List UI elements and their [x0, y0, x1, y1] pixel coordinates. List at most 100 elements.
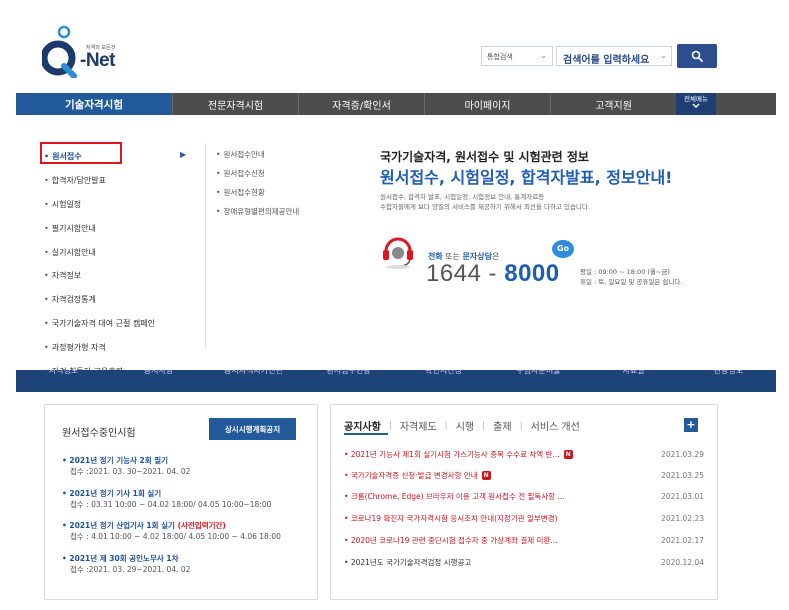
bullet-icon: •	[344, 557, 351, 567]
exam-item[interactable]: • 2021년 제 30회 공인노무사 1차 접수 :2021. 03. 29~…	[62, 553, 312, 575]
notice-row[interactable]: • 2021년 기능사 제1회 실기시험 가스기능사 종목 수수료 차액 반..…	[344, 444, 704, 464]
notice-text: • 국가기술자격증 신청·발급 변경사항 안내 N	[344, 470, 648, 481]
bullet-icon: •	[344, 491, 351, 501]
notice-date: 2021.03.29	[661, 449, 704, 459]
notice-title: 코로나19 확진자 국가자격시험 응시조치 안내(지정기관 일부변경)	[350, 513, 558, 523]
notice-title: 2020년 코로나19 관련 중단시험 접수자 중 가상계좌 결제 미환...	[350, 535, 558, 545]
quick-link[interactable]: 관광정보	[681, 370, 776, 392]
bullet-icon: •	[216, 169, 221, 178]
quick-link[interactable]: 자격정보	[16, 370, 111, 392]
exam-title-text: 2021년 정기 기사 1회 실기	[69, 489, 162, 498]
exam-title-note: (사전입력기간)	[177, 521, 226, 530]
left-menu-item-schedule[interactable]: • 시험일정	[44, 193, 209, 217]
info-desc-line: 원서접수, 합격자 발표, 시험일정, 시험정보 안내, 통계자료등	[380, 193, 545, 201]
schedule-notice-button[interactable]: 상시시행계획공지	[209, 418, 296, 440]
notice-row[interactable]: • 코로나19 확진자 국가자격시험 응시조치 안내(지정기관 일부변경) 20…	[344, 508, 704, 528]
search-button[interactable]	[677, 44, 717, 68]
left-menu-item-practical[interactable]: • 실기시험안내	[44, 240, 209, 264]
all-menu-button[interactable]: 전체메뉴	[676, 93, 716, 115]
notice-row[interactable]: • 2021년도 국가기술자격검정 시행공고 2020.12.04	[344, 552, 704, 572]
search-scope-label: 통합검색	[487, 53, 513, 61]
logo-text: -Net	[80, 50, 115, 71]
hours-line: 휴일 : 토, 일요일 및 공휴일은 쉽니다.	[580, 278, 683, 286]
bullet-icon: •	[44, 199, 49, 209]
info-headline: 원서접수, 시험일정, 합격자발표, 정보안내!	[380, 168, 673, 187]
tab-notice[interactable]: 공지사항	[344, 418, 389, 433]
exam-dates: 접수 : 03.31 10:00 ~ 04.02 18:00/ 04.05 10…	[70, 500, 272, 509]
notice-date: 2020.12.04	[661, 557, 704, 567]
sub-menu-item-status[interactable]: • 원서접수현황	[216, 183, 336, 202]
left-menu-label: 합격자/답안발표	[51, 176, 106, 186]
left-menu-item-written[interactable]: • 필기시험안내	[44, 216, 209, 240]
quick-link[interactable]: 공지사항	[111, 370, 206, 392]
left-menu-item-stats[interactable]: • 자격검정통계	[44, 288, 209, 312]
main-nav: 기술자격시험 전문자격시험 자격증/확인서 마이페이지 고객지원	[16, 93, 776, 115]
quick-link[interactable]: 자료실	[586, 370, 681, 392]
exam-title: • 2021년 정기 기사 1회 실기	[62, 488, 312, 499]
tab-system[interactable]: 자격제도	[392, 418, 445, 433]
bullet-icon: •	[216, 207, 221, 216]
sub-menu-label: 장애유형별편의제공안내	[223, 207, 300, 216]
more-plus-icon[interactable]: +	[684, 418, 698, 432]
sub-menu-item-guide[interactable]: • 원서접수안내	[216, 145, 336, 164]
exam-dates: 접수 :2021. 03. 29~2021. 04. 02	[70, 565, 191, 574]
nav-pro-exam[interactable]: 전문자격시험	[173, 93, 299, 115]
left-menu-item-results[interactable]: • 합격자/답안발표	[44, 169, 209, 193]
phone-number-a: 1644 -	[426, 260, 505, 287]
bullet-icon: •	[216, 188, 221, 197]
nav-support[interactable]: 고객지원	[551, 93, 677, 115]
left-menu-label: 실기시험안내	[51, 247, 96, 257]
search-placeholder: 검색어를 입력하세요	[563, 55, 650, 66]
left-menu-label: 자격정보	[51, 271, 82, 281]
nav-certificate[interactable]: 자격증/확인서	[299, 93, 425, 115]
exam-item[interactable]: • 2021년 정기 기능사 2회 필기 접수 :2021. 03. 30~20…	[62, 455, 312, 477]
left-menu-item-qual-info[interactable]: • 자격정보	[44, 264, 209, 288]
sub-menu-item-apply[interactable]: • 원서접수신청	[216, 164, 336, 183]
notice-text: • 2020년 코로나19 관련 중단시험 접수자 중 가상계좌 결제 미환..…	[344, 535, 648, 546]
left-menu: • 원서접수 • 합격자/답안발표 • 시험일정 • 필기시험안내 • 실기시험안내 • 자…	[44, 145, 209, 383]
notice-row[interactable]: • 국가기술자격증 신청·발급 변경사항 안내 N 2021.03.25	[344, 465, 704, 485]
bullet-icon: •	[344, 470, 351, 480]
left-menu-item-course[interactable]: • 과정평가형 자격	[44, 335, 209, 359]
quick-link[interactable]: 원서접수현황	[301, 370, 396, 392]
search-icon	[691, 50, 703, 62]
quick-link[interactable]: 응시자격자가진단	[206, 370, 301, 392]
exam-title: • 2021년 제 30회 공인노무사 1차	[62, 553, 312, 564]
quick-link[interactable]: 수험자준비물	[491, 370, 586, 392]
qnet-page: 자격의 모든것 -Net 통합검색 ⌄ 검색어를 입력하세요 ⌄ 기술자격시험 …	[0, 0, 789, 610]
tab-question[interactable]: 출제	[485, 418, 519, 433]
left-menu-label: 시험일정	[51, 199, 82, 209]
notice-title: 2021년도 국가기술자격검정 시행공고	[350, 557, 472, 567]
search-scope-select[interactable]: 통합검색 ⌄	[481, 46, 553, 66]
sub-menu: • 원서접수안내 • 원서접수신청 • 원서접수현황 • 장애유형별편의제공안내	[216, 145, 336, 221]
exam-title-text: 2021년 제 30회 공인노무사 1차	[69, 554, 179, 563]
notice-row[interactable]: • 크롬(Chrome, Edge) 브라우저 이용 고객 원서접수 전 필독사…	[344, 486, 704, 506]
notice-row[interactable]: • 2020년 코로나19 관련 중단시험 접수자 중 가상계좌 결제 미환..…	[344, 530, 704, 550]
sub-menu-item-accessibility[interactable]: • 장애유형별편의제공안내	[216, 202, 336, 221]
active-tab-indicator	[344, 433, 388, 435]
bullet-icon: •	[44, 223, 49, 233]
search-input[interactable]: 검색어를 입력하세요 ⌄	[556, 46, 672, 66]
left-menu-item-campaign[interactable]: • 국가기술자격 대여 근절 캠페인	[44, 312, 209, 336]
info-description: 원서접수, 합격자 발표, 시험일정, 시험정보 안내, 통계자료등 수험자들에…	[380, 192, 680, 212]
notice-title: 국가기술자격증 신청·발급 변경사항 안내	[350, 470, 478, 480]
go-badge[interactable]: Go	[552, 240, 574, 258]
notice-text: • 2021년 기능사 제1회 실기시험 가스기능사 종목 수수료 차액 반..…	[344, 449, 648, 460]
nav-tech-exam[interactable]: 기술자격시험	[16, 93, 173, 115]
headset-icon	[383, 237, 413, 269]
notice-date: 2021.03.25	[661, 470, 704, 480]
exam-item[interactable]: • 2021년 정기 산업기사 1회 실기 (사전입력기간) 접수 : 4.01…	[62, 520, 312, 542]
exam-item[interactable]: • 2021년 정기 기사 1회 실기 접수 : 03.31 10:00 ~ 0…	[62, 488, 312, 510]
exam-title: • 2021년 정기 기능사 2회 필기	[62, 455, 312, 466]
left-menu-label: 필기시험안내	[51, 223, 96, 233]
nav-mypage[interactable]: 마이페이지	[425, 93, 551, 115]
notice-tabs: 공지사항 | 자격제도 | 시행 | 출제 | 서비스 개선	[344, 418, 588, 434]
phone-number-b: 8000	[504, 260, 560, 287]
notice-text: • 코로나19 확진자 국가자격시험 응시조치 안내(지정기관 일부변경)	[344, 513, 648, 524]
quick-link[interactable]: 확인서진정	[396, 370, 491, 392]
tab-service[interactable]: 서비스 개선	[523, 418, 588, 433]
bullet-icon: •	[344, 449, 351, 459]
tab-exam[interactable]: 시행	[448, 418, 482, 433]
new-badge: N	[563, 450, 573, 459]
notice-title: 2021년 기능사 제1회 실기시험 가스기능사 종목 수수료 차액 반...	[350, 449, 560, 459]
